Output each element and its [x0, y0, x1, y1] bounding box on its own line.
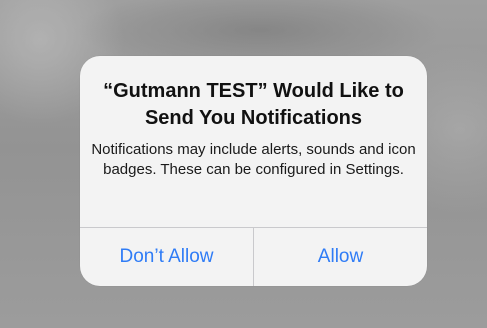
- notification-permission-alert: “Gutmann TEST” Would Like to Send You No…: [80, 56, 427, 286]
- allow-button[interactable]: Allow: [254, 228, 427, 286]
- alert-title: “Gutmann TEST” Would Like to Send You No…: [103, 80, 404, 129]
- alert-body: “Gutmann TEST” Would Like to Send You No…: [80, 56, 427, 227]
- alert-message: Notifications may include alerts, sounds…: [91, 141, 416, 178]
- dont-allow-button[interactable]: Don’t Allow: [80, 228, 253, 286]
- alert-button-row: Don’t Allow Allow: [80, 228, 427, 286]
